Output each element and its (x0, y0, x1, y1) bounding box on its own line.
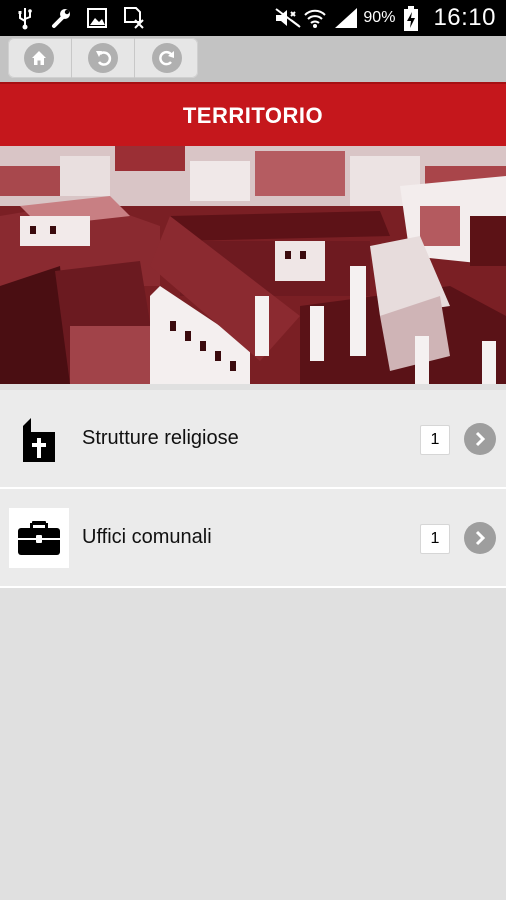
list-item-strutture-religiose[interactable]: Strutture religiose 1 (0, 390, 506, 489)
wrench-icon (50, 6, 72, 30)
signal-icon (333, 6, 358, 30)
clock: 16:10 (433, 4, 496, 31)
count-badge: 1 (420, 524, 450, 554)
no-sim-icon (122, 6, 144, 30)
list-item-label: Strutture religiose (82, 427, 239, 449)
category-list: Strutture religiose 1 Uffici comunali 1 (0, 390, 506, 588)
list-item-uffici-comunali[interactable]: Uffici comunali 1 (0, 489, 506, 588)
list-item-label: Uffici comunali (82, 526, 212, 548)
battery-charging-icon (403, 6, 425, 31)
usb-icon (14, 6, 36, 30)
home-button[interactable] (8, 38, 72, 78)
page-title: TERRITORIO (182, 103, 324, 128)
toolbar (0, 36, 506, 82)
wifi-icon (303, 6, 327, 30)
refresh-icon (151, 43, 182, 73)
system-icons: 90% 16:10 (273, 0, 496, 36)
page-header: TERRITORIO (0, 82, 506, 148)
refresh-button[interactable] (135, 38, 198, 78)
back-button[interactable] (72, 38, 136, 78)
notification-icons (14, 6, 144, 30)
town-banner-image (0, 146, 506, 384)
church-icon (9, 409, 69, 469)
count-badge: 1 (420, 425, 450, 455)
image-icon (86, 6, 108, 30)
briefcase-icon (9, 508, 69, 568)
status-bar: 90% 16:10 (0, 0, 506, 36)
back-icon (88, 43, 118, 73)
mute-icon (273, 6, 302, 30)
chevron-right-icon[interactable] (464, 423, 496, 455)
nav-button-group (8, 38, 198, 78)
home-icon (24, 43, 55, 73)
battery-percent: 90% (363, 9, 396, 26)
chevron-right-icon[interactable] (464, 522, 496, 554)
